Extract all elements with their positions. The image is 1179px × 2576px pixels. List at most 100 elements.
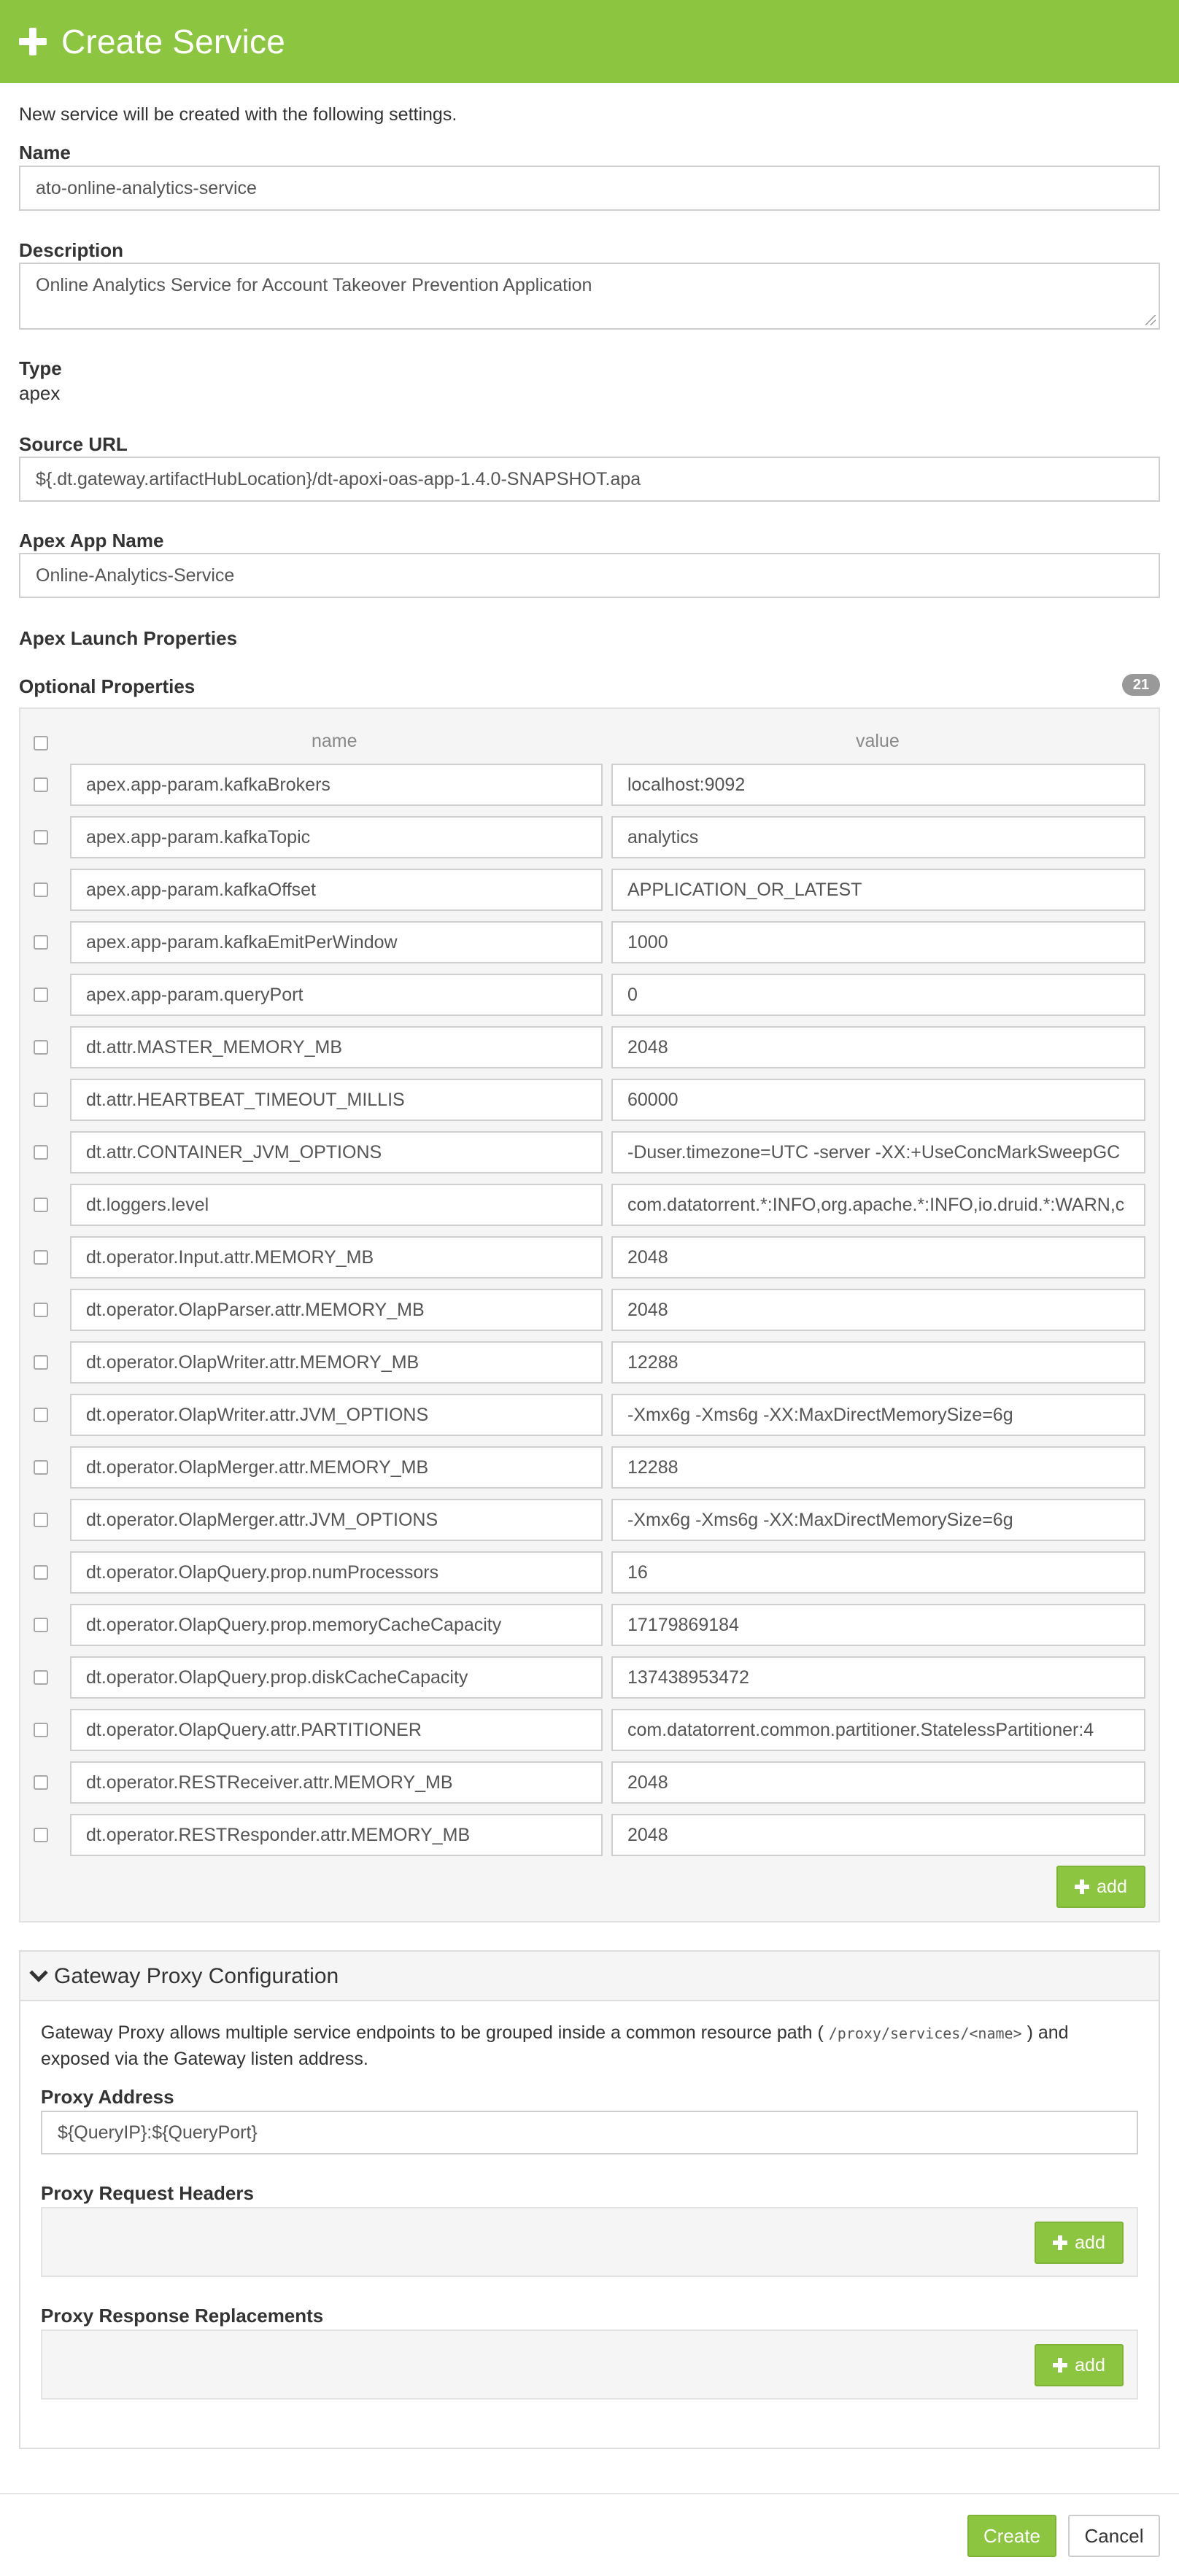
property-name-input[interactable]: dt.operator.OlapWriter.attr.JVM_OPTIONS — [70, 1394, 603, 1436]
property-value-input[interactable]: APPLICATION_OR_LATEST — [611, 869, 1145, 911]
property-value-input[interactable]: 12288 — [611, 1341, 1145, 1384]
property-row-checkbox[interactable] — [34, 1093, 48, 1107]
properties-count-badge: 21 — [1122, 674, 1160, 696]
property-row-checkbox[interactable] — [34, 1565, 48, 1580]
property-row-checkbox[interactable] — [34, 1670, 48, 1685]
proxy-path-code: /proxy/services/<name> — [828, 2025, 1022, 2042]
property-row-checkbox[interactable] — [34, 1828, 48, 1842]
property-row-checkbox[interactable] — [34, 1723, 48, 1737]
add-response-replacement-label: add — [1075, 2354, 1105, 2375]
property-row-checkbox[interactable] — [34, 1460, 48, 1475]
name-input[interactable]: ato-online-analytics-service — [19, 166, 1160, 211]
request-headers-list — [41, 2207, 1138, 2277]
resize-handle-icon[interactable] — [1145, 315, 1156, 325]
add-request-header-label: add — [1075, 2232, 1105, 2253]
property-name-input[interactable]: dt.operator.OlapWriter.attr.MEMORY_MB — [70, 1341, 603, 1384]
property-name-input[interactable]: dt.operator.RESTResponder.attr.MEMORY_MB — [70, 1814, 603, 1856]
cancel-button[interactable]: Cancel — [1068, 2515, 1160, 2557]
plus-icon — [1053, 2235, 1068, 2250]
description-text: Online Analytics Service for Account Tak… — [36, 275, 592, 295]
property-row-checkbox[interactable] — [34, 1408, 48, 1422]
gateway-proxy-panel: Gateway Proxy Configuration Gateway Prox… — [19, 1950, 1160, 2449]
property-name-input[interactable]: dt.operator.OlapMerger.attr.MEMORY_MB — [70, 1446, 603, 1489]
name-label: Name — [19, 141, 71, 163]
add-response-replacement-button[interactable]: add — [1035, 2344, 1124, 2386]
property-name-input[interactable]: dt.attr.CONTAINER_JVM_OPTIONS — [70, 1131, 603, 1173]
description-label: Description — [19, 239, 124, 261]
select-all-checkbox[interactable] — [34, 736, 48, 750]
property-row-checkbox[interactable] — [34, 1145, 48, 1160]
add-request-header-button[interactable]: add — [1035, 2222, 1124, 2264]
property-name-input[interactable]: dt.operator.OlapQuery.prop.memoryCacheCa… — [70, 1604, 603, 1646]
apex-app-name-label: Apex App Name — [19, 529, 164, 551]
property-value-input[interactable]: 17179869184 — [611, 1604, 1145, 1646]
property-name-input[interactable]: apex.app-param.kafkaTopic — [70, 816, 603, 858]
property-row-checkbox[interactable] — [34, 1040, 48, 1055]
property-row-checkbox[interactable] — [34, 1618, 48, 1632]
gateway-proxy-description: Gateway Proxy allows multiple service en… — [41, 2020, 1135, 2072]
page-title: Create Service — [61, 23, 286, 61]
property-row-checkbox[interactable] — [34, 1303, 48, 1317]
property-value-input[interactable]: 2048 — [611, 1289, 1145, 1331]
gateway-desc-part1: Gateway Proxy allows multiple service en… — [41, 2022, 829, 2043]
property-value-input[interactable]: 12288 — [611, 1446, 1145, 1489]
property-value-input[interactable]: 0 — [611, 974, 1145, 1016]
property-name-input[interactable]: dt.operator.OlapQuery.attr.PARTITIONER — [70, 1709, 603, 1751]
property-value-input[interactable]: localhost:9092 — [611, 764, 1145, 806]
property-row-checkbox[interactable] — [34, 1250, 48, 1265]
property-row-checkbox[interactable] — [34, 830, 48, 845]
optional-properties-heading: Optional Properties — [19, 675, 196, 697]
property-row-checkbox[interactable] — [34, 777, 48, 792]
property-value-input[interactable]: analytics — [611, 816, 1145, 858]
footer-divider — [0, 2493, 1179, 2494]
gateway-proxy-header[interactable]: Gateway Proxy Configuration — [20, 1952, 1159, 2001]
property-name-input[interactable]: dt.operator.OlapMerger.attr.JVM_OPTIONS — [70, 1499, 603, 1541]
property-value-input[interactable]: com.datatorrent.*:INFO,org.apache.*:INFO… — [611, 1184, 1145, 1226]
property-name-input[interactable]: apex.app-param.queryPort — [70, 974, 603, 1016]
property-name-input[interactable]: dt.attr.MASTER_MEMORY_MB — [70, 1026, 603, 1068]
property-value-input[interactable]: 2048 — [611, 1761, 1145, 1804]
property-row-checkbox[interactable] — [34, 1513, 48, 1527]
property-value-input[interactable]: -Xmx6g -Xms6g -XX:MaxDirectMemorySize=6g — [611, 1499, 1145, 1541]
property-value-input[interactable]: 2048 — [611, 1026, 1145, 1068]
property-value-input[interactable]: -Xmx6g -Xms6g -XX:MaxDirectMemorySize=6g — [611, 1394, 1145, 1436]
property-name-input[interactable]: apex.app-param.kafkaEmitPerWindow — [70, 921, 603, 963]
property-name-input[interactable]: dt.operator.OlapQuery.prop.numProcessors — [70, 1551, 603, 1594]
property-value-input[interactable]: 60000 — [611, 1079, 1145, 1121]
property-value-input[interactable]: 2048 — [611, 1814, 1145, 1856]
source-url-input[interactable]: ${.dt.gateway.artifactHubLocation}/dt-ap… — [19, 457, 1160, 502]
chevron-down-icon — [29, 1963, 48, 1982]
property-value-input[interactable]: -Duser.timezone=UTC -server -XX:+UseConc… — [611, 1131, 1145, 1173]
property-name-input[interactable]: apex.app-param.kafkaOffset — [70, 869, 603, 911]
proxy-address-input[interactable]: ${QueryIP}:${QueryPort} — [41, 2111, 1138, 2154]
property-value-input[interactable]: com.datatorrent.common.partitioner.State… — [611, 1709, 1145, 1751]
name-column-header: name — [312, 731, 357, 751]
add-property-button[interactable]: add — [1056, 1866, 1145, 1908]
intro-text: New service will be created with the fol… — [19, 104, 457, 125]
property-value-input[interactable]: 16 — [611, 1551, 1145, 1594]
property-name-input[interactable]: dt.loggers.level — [70, 1184, 603, 1226]
property-row-checkbox[interactable] — [34, 1355, 48, 1370]
property-name-input[interactable]: dt.operator.RESTReceiver.attr.MEMORY_MB — [70, 1761, 603, 1804]
create-button[interactable]: Create — [967, 2515, 1056, 2557]
property-row-checkbox[interactable] — [34, 1198, 48, 1212]
property-name-input[interactable]: dt.operator.OlapParser.attr.MEMORY_MB — [70, 1289, 603, 1331]
property-name-input[interactable]: dt.operator.Input.attr.MEMORY_MB — [70, 1236, 603, 1279]
property-row-checkbox[interactable] — [34, 988, 48, 1002]
apex-app-name-input[interactable]: Online-Analytics-Service — [19, 553, 1160, 598]
property-value-input[interactable]: 2048 — [611, 1236, 1145, 1279]
type-label: Type — [19, 357, 62, 379]
plus-icon — [19, 28, 47, 55]
property-name-input[interactable]: dt.attr.HEARTBEAT_TIMEOUT_MILLIS — [70, 1079, 603, 1121]
proxy-address-label: Proxy Address — [41, 2086, 174, 2108]
property-name-input[interactable]: apex.app-param.kafkaBrokers — [70, 764, 603, 806]
property-row-checkbox[interactable] — [34, 882, 48, 897]
property-name-input[interactable]: dt.operator.OlapQuery.prop.diskCacheCapa… — [70, 1656, 603, 1699]
plus-icon — [1053, 2358, 1068, 2373]
property-value-input[interactable]: 137438953472 — [611, 1656, 1145, 1699]
description-textarea[interactable]: Online Analytics Service for Account Tak… — [19, 263, 1160, 330]
property-row-checkbox[interactable] — [34, 1775, 48, 1790]
property-value-input[interactable]: 1000 — [611, 921, 1145, 963]
response-replacements-list — [41, 2329, 1138, 2400]
property-row-checkbox[interactable] — [34, 935, 48, 950]
